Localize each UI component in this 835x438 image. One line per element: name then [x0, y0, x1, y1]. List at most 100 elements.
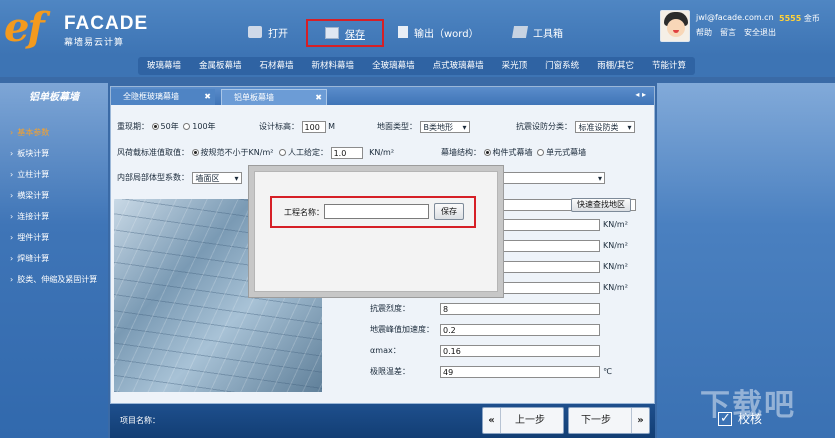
temp-diff-row: 极限温差： 49 [370, 364, 600, 380]
tab-scroll-arrows[interactable]: ◂ ▸ [635, 90, 646, 99]
user-email: jwl@facade.com.cn [696, 13, 774, 22]
dialog-save-button[interactable]: 保存 [434, 203, 464, 220]
coin-unit: 金币 [803, 14, 820, 23]
seismic-intensity-input[interactable]: 8 [440, 302, 600, 315]
internal-coef-label: 内部局部体型系数： [117, 173, 189, 182]
amax-row: αmax： 0.16 [370, 343, 600, 359]
close-icon[interactable]: ✖ [204, 89, 211, 105]
period-50-label: 50年 [160, 122, 179, 131]
param-unit-4: KN/m² [603, 283, 628, 292]
sidebar-item-embed-calc[interactable]: 埋件计算 [10, 228, 108, 248]
sidebar-item-connection-calc[interactable]: 连接计算 [10, 207, 108, 227]
wind-manual-radio[interactable] [279, 149, 287, 156]
design-height-label: 设计标高： [259, 122, 299, 131]
output-label: 输出（word） [414, 28, 479, 40]
folder-icon [248, 26, 262, 38]
design-height-input[interactable]: 100 [301, 120, 326, 133]
logout-link[interactable]: 安全退出 [744, 27, 776, 38]
param-unit-1: KN/m² [603, 220, 628, 229]
verify-checkbox[interactable]: 校核 [718, 410, 762, 427]
tab-canopy-other[interactable]: 雨棚/其它 [588, 57, 643, 75]
open-label: 打开 [268, 28, 288, 40]
tab-stone[interactable]: 石材幕墙 [251, 57, 303, 75]
logo-text: FACADE [64, 13, 149, 34]
toolbox-button[interactable]: 工具箱 [511, 22, 563, 42]
temp-diff-input[interactable]: 49 [440, 365, 600, 378]
project-name-input[interactable] [324, 204, 429, 219]
logo-mark: ef [4, 4, 45, 51]
peak-accel-label: 地震峰值加速度： [370, 325, 434, 334]
tab-glass-curtain-wall[interactable]: 玻璃幕墙 [138, 57, 190, 75]
prev-step-button[interactable]: « 上一步 [482, 407, 564, 434]
document-tabs: 全隐框玻璃幕墙 ✖ 铝单板幕墙 ✖ ◂ ▸ [111, 87, 654, 105]
find-region-button[interactable]: 快速查找地区 [571, 198, 631, 212]
next-step-button[interactable]: 下一步 » [568, 407, 650, 434]
message-link[interactable]: 留言 [720, 27, 736, 38]
sidebar-item-transom-calc[interactable]: 横梁计算 [10, 186, 108, 206]
temp-diff-label: 极限温差： [370, 367, 410, 376]
doc-tab-hidden-frame[interactable]: 全隐框玻璃幕墙 ✖ [111, 89, 215, 105]
double-chevron-left-icon: « [483, 408, 501, 433]
period-50-radio[interactable] [151, 123, 159, 130]
checkbox-checked-icon [718, 411, 732, 426]
wind-code-radio[interactable] [191, 149, 199, 156]
user-panel: jwl@facade.com.cn 5555 金币 帮助 留言 安全退出 [656, 10, 835, 50]
close-icon[interactable]: ✖ [315, 90, 322, 106]
doc-tab-label: 全隐框玻璃幕墙 [123, 92, 179, 101]
seismic-intensity-row: 抗震烈度： 8 [370, 301, 600, 317]
terrain-row: 地面类型： B类地形 [377, 119, 470, 135]
seismic-class-label: 抗震设防分类： [516, 122, 572, 131]
seismic-class-select[interactable]: 标准设防类 [574, 120, 635, 133]
prev-step-label: 上一步 [515, 415, 545, 426]
tab-energy[interactable]: 节能计算 [643, 57, 695, 75]
param-unit-3: KN/m² [603, 262, 628, 271]
save-button[interactable]: 保存 [306, 19, 384, 47]
sidebar-item-weld-calc[interactable]: 焊缝计算 [10, 249, 108, 269]
design-height-row: 设计标高： 100 M [259, 119, 335, 135]
terrain-select[interactable]: B类地形 [419, 120, 470, 133]
help-link[interactable]: 帮助 [696, 27, 712, 38]
tab-all-glass[interactable]: 全玻璃幕墙 [363, 57, 424, 75]
tab-skylight[interactable]: 采光顶 [493, 57, 537, 75]
output-word-button[interactable]: 输出（word） [398, 22, 479, 42]
structure-row: 幕墙结构： 构件式幕墙 单元式幕墙 [441, 145, 586, 161]
amax-label: αmax： [370, 346, 401, 355]
toolbox-label: 工具箱 [533, 28, 563, 40]
wind-load-row: 风荷载标准值取值： 按规范不小于KN/m² 人工给定： 1.0 KN/m² [117, 145, 394, 161]
left-sidebar: 铝单板幕墙 基本参数 板块计算 立柱计算 横梁计算 连接计算 埋件计算 焊缝计算… [0, 83, 108, 438]
coin-value: 5555 [779, 14, 802, 23]
structure-frame-label: 构件式幕墙 [492, 148, 533, 157]
sidebar-item-mullion-calc[interactable]: 立柱计算 [10, 165, 108, 185]
peak-accel-input[interactable]: 0.2 [440, 323, 600, 336]
sidebar-item-basic-params[interactable]: 基本参数 [10, 123, 108, 143]
tab-point-glass[interactable]: 点式玻璃幕墙 [424, 57, 493, 75]
tab-metal-panel[interactable]: 金属板幕墙 [190, 57, 251, 75]
open-button[interactable]: 打开 [248, 22, 288, 42]
sidebar-item-panel-calc[interactable]: 板块计算 [10, 144, 108, 164]
doc-tab-label: 铝单板幕墙 [234, 93, 274, 102]
coin-balance: 5555 金币 [779, 13, 820, 24]
category-tabs: 玻璃幕墙 金属板幕墙 石材幕墙 新材料幕墙 全玻璃幕墙 点式玻璃幕墙 采光顶 门… [138, 57, 696, 75]
next-step-label: 下一步 [581, 415, 611, 426]
structure-unit-radio[interactable] [537, 149, 545, 156]
period-label: 重现期： [117, 122, 149, 131]
tab-new-material[interactable]: 新材料幕墙 [303, 57, 364, 75]
internal-coef-select[interactable]: 墙面区 [191, 171, 242, 184]
structure-frame-radio[interactable] [483, 149, 491, 156]
doc-tab-aluminum-panel[interactable]: 铝单板幕墙 ✖ [221, 89, 327, 105]
wind-manual-label: 人工给定： [288, 148, 329, 157]
avatar [660, 10, 690, 42]
period-100-radio[interactable] [183, 123, 191, 130]
period-row: 重现期： 50年 100年 [117, 119, 216, 135]
tab-door-window[interactable]: 门窗系统 [536, 57, 588, 75]
structure-unit-label: 单元式幕墙 [546, 148, 587, 157]
amax-input[interactable]: 0.16 [440, 344, 600, 357]
sidebar-title: 铝单板幕墙 [29, 92, 79, 103]
sidebar-item-sealant-calc[interactable]: 胶类、伸缩及紧固计算 [10, 270, 108, 290]
wind-code-label: 按规范不小于KN/m² [200, 148, 274, 157]
temp-diff-unit: ℃ [603, 367, 612, 376]
wind-value-input[interactable]: 1.0 [330, 146, 363, 159]
structure-label: 幕墙结构： [441, 148, 481, 157]
project-name-label: 工程名称： [284, 208, 324, 217]
toolbox-icon [511, 26, 529, 38]
